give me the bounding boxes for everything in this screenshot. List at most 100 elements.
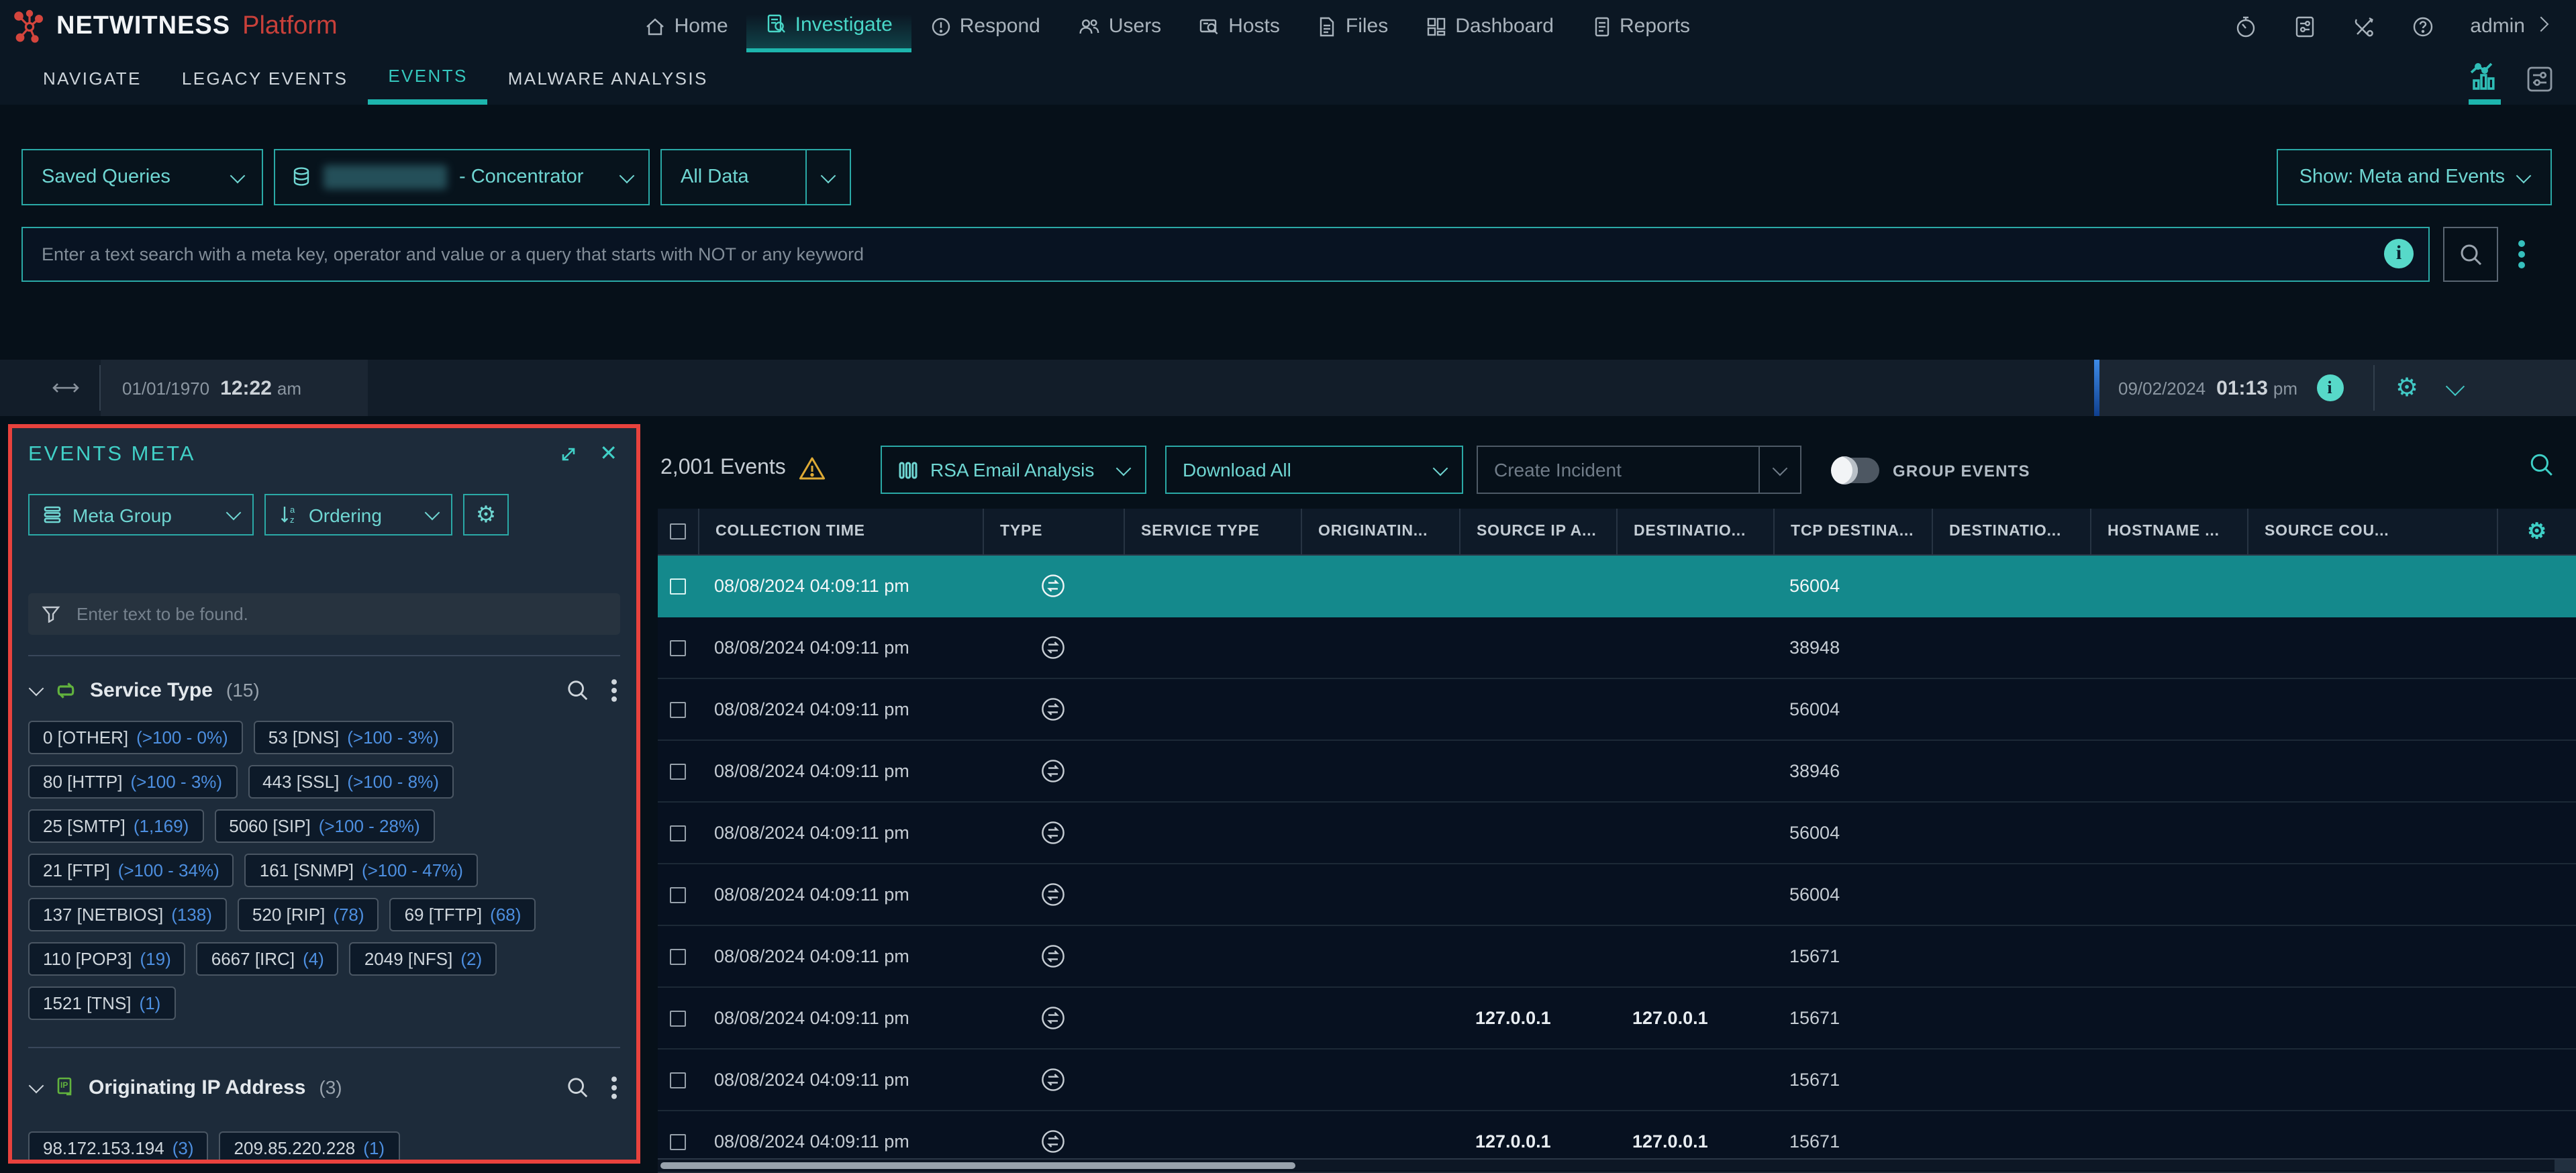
meta-chip[interactable]: 98.172.153.194(3) bbox=[28, 1131, 209, 1164]
close-panel-icon[interactable]: ✕ bbox=[599, 444, 617, 466]
query-search-input[interactable] bbox=[21, 227, 2430, 282]
table-row[interactable]: 08/08/2024 04:09:11 pm 38948 bbox=[658, 617, 2576, 679]
col-tcp-destination-port[interactable]: TCP DESTINA... bbox=[1773, 509, 1932, 554]
create-incident-dropdown[interactable]: Create Incident bbox=[1477, 446, 1801, 494]
nav-item-hosts[interactable]: Hosts bbox=[1180, 0, 1299, 52]
section-menu-kebab[interactable] bbox=[611, 1072, 617, 1101]
meta-chip[interactable]: 25 [SMTP](1,169) bbox=[28, 809, 203, 843]
meta-chip[interactable]: 161 [SNMP](>100 - 47%) bbox=[245, 854, 478, 887]
show-meta-events-dropdown[interactable]: Show: Meta and Events bbox=[2277, 149, 2552, 205]
timeline-collapse-chevron-icon[interactable] bbox=[2445, 376, 2464, 395]
tab-events[interactable]: EVENTS bbox=[368, 52, 487, 105]
ordering-dropdown[interactable]: az Ordering bbox=[264, 494, 452, 536]
expand-panel-icon[interactable] bbox=[560, 446, 577, 463]
row-checkbox[interactable] bbox=[670, 825, 686, 841]
meta-chip[interactable]: 21 [FTP](>100 - 34%) bbox=[28, 854, 234, 887]
table-row[interactable]: 08/08/2024 04:09:11 pm 56004 bbox=[658, 679, 2576, 741]
table-row[interactable]: 08/08/2024 04:09:11 pm 15671 bbox=[658, 926, 2576, 988]
row-checkbox[interactable] bbox=[670, 1010, 686, 1026]
meta-chip[interactable]: 1521 [TNS](1) bbox=[28, 986, 175, 1020]
analysis-profile-dropdown[interactable]: RSA Email Analysis bbox=[881, 446, 1146, 494]
saved-queries-dropdown[interactable]: Saved Queries bbox=[21, 149, 263, 205]
tab-navigate[interactable]: NAVIGATE bbox=[23, 52, 162, 105]
meta-chip[interactable]: 80 [HTTP](>100 - 3%) bbox=[28, 765, 237, 799]
preferences-icon[interactable] bbox=[2293, 14, 2317, 38]
row-checkbox[interactable] bbox=[670, 763, 686, 779]
col-source-ip[interactable]: SOURCE IP A... bbox=[1459, 509, 1616, 554]
warning-icon[interactable] bbox=[799, 456, 826, 480]
meta-chip[interactable]: 69 [TFTP](68) bbox=[390, 898, 536, 931]
table-settings-gear-icon[interactable]: ⚙ bbox=[2497, 509, 2576, 554]
query-menu-kebab[interactable] bbox=[2518, 236, 2525, 272]
col-source-country[interactable]: SOURCE COU... bbox=[2247, 509, 2497, 554]
row-checkbox[interactable] bbox=[670, 701, 686, 717]
nav-item-dashboard[interactable]: Dashboard bbox=[1407, 0, 1573, 52]
section-search-icon[interactable] bbox=[566, 1076, 589, 1099]
timeline-settings-gear-icon[interactable]: ⚙ bbox=[2395, 375, 2418, 401]
table-row[interactable]: 08/08/2024 04:09:11 pm 56004 bbox=[658, 864, 2576, 926]
select-all-checkbox-cell[interactable] bbox=[658, 509, 698, 554]
table-row[interactable]: 08/08/2024 04:09:11 pm 15671 bbox=[658, 1050, 2576, 1111]
row-checkbox[interactable] bbox=[670, 1072, 686, 1088]
collapse-chevron-icon[interactable] bbox=[29, 680, 44, 696]
timeline-info-icon[interactable]: i bbox=[2316, 374, 2343, 401]
table-row[interactable]: 08/08/2024 04:09:11 pm 56004 bbox=[658, 803, 2576, 864]
group-events-toggle[interactable] bbox=[1831, 458, 1879, 483]
time-range-dropdown[interactable]: All Data bbox=[660, 149, 851, 205]
help-icon[interactable] bbox=[2411, 14, 2435, 38]
nav-item-users[interactable]: Users bbox=[1059, 0, 1180, 52]
row-checkbox[interactable] bbox=[670, 886, 686, 903]
meta-chip[interactable]: 5060 [SIP](>100 - 28%) bbox=[214, 809, 434, 843]
time-range-chevron[interactable] bbox=[805, 150, 850, 204]
meta-chip[interactable]: 209.85.220.228(1) bbox=[219, 1131, 400, 1164]
tools-icon[interactable] bbox=[2352, 14, 2376, 38]
service-dropdown[interactable]: - Concentrator bbox=[274, 149, 650, 205]
column-settings-button[interactable] bbox=[2525, 52, 2555, 105]
meta-chip[interactable]: 137 [NETBIOS](138) bbox=[28, 898, 227, 931]
col-hostname[interactable]: HOSTNAME ... bbox=[2090, 509, 2247, 554]
timeline-selection-marker[interactable] bbox=[2094, 360, 2099, 416]
select-all-checkbox[interactable] bbox=[670, 523, 686, 540]
table-row[interactable]: 08/08/2024 04:09:11 pm 56004 bbox=[658, 556, 2576, 617]
meta-chip[interactable]: 0 [OTHER](>100 - 0%) bbox=[28, 721, 243, 754]
horizontal-scrollbar[interactable] bbox=[658, 1158, 2576, 1170]
col-collection-time[interactable]: COLLECTION TIME bbox=[698, 509, 983, 554]
col-type[interactable]: TYPE bbox=[983, 509, 1124, 554]
timeline-resize-handle[interactable] bbox=[51, 377, 81, 399]
col-originating-ip[interactable]: ORIGINATIN... bbox=[1301, 509, 1459, 554]
download-all-dropdown[interactable]: Download All bbox=[1165, 446, 1463, 494]
query-info-icon[interactable]: i bbox=[2384, 239, 2414, 268]
meta-chip[interactable]: 520 [RIP](78) bbox=[238, 898, 379, 931]
col-destination-ip[interactable]: DESTINATIO... bbox=[1616, 509, 1773, 554]
nav-item-home[interactable]: Home bbox=[626, 0, 747, 52]
meta-settings-gear-icon[interactable]: ⚙ bbox=[463, 494, 509, 536]
events-chart-toggle[interactable] bbox=[2469, 52, 2501, 105]
row-checkbox[interactable] bbox=[670, 948, 686, 964]
section-search-icon[interactable] bbox=[566, 678, 589, 701]
row-checkbox[interactable] bbox=[670, 640, 686, 656]
table-row[interactable]: 08/08/2024 04:09:11 pm 38946 bbox=[658, 741, 2576, 803]
row-checkbox[interactable] bbox=[670, 1133, 686, 1150]
meta-chip[interactable]: 2049 [NFS](2) bbox=[350, 942, 497, 976]
row-checkbox[interactable] bbox=[670, 578, 686, 594]
tab-legacy-events[interactable]: LEGACY EVENTS bbox=[162, 52, 368, 105]
scrollbar-thumb[interactable] bbox=[660, 1162, 1295, 1168]
timer-icon[interactable] bbox=[2234, 14, 2258, 38]
nav-item-respond[interactable]: Respond bbox=[911, 0, 1059, 52]
timeline-start[interactable]: 01/01/1970 12:22 am bbox=[101, 360, 368, 416]
section-menu-kebab[interactable] bbox=[611, 675, 617, 704]
search-button[interactable] bbox=[2443, 227, 2498, 282]
meta-chip[interactable]: 443 [SSL](>100 - 8%) bbox=[248, 765, 454, 799]
nav-item-reports[interactable]: Reports bbox=[1573, 0, 1709, 52]
col-service-type[interactable]: SERVICE TYPE bbox=[1124, 509, 1301, 554]
col-destination-2[interactable]: DESTINATIO... bbox=[1932, 509, 2090, 554]
table-row[interactable]: 08/08/2024 04:09:11 pm 127.0.0.1 127.0.0… bbox=[658, 988, 2576, 1050]
user-menu[interactable]: admin bbox=[2470, 15, 2546, 38]
nav-item-investigate[interactable]: Investigate bbox=[747, 0, 911, 52]
meta-group-dropdown[interactable]: Meta Group bbox=[28, 494, 254, 536]
collapse-chevron-icon[interactable] bbox=[29, 1078, 44, 1093]
nav-item-files[interactable]: Files bbox=[1299, 0, 1407, 52]
tab-malware-analysis[interactable]: MALWARE ANALYSIS bbox=[488, 52, 728, 105]
meta-chip[interactable]: 53 [DNS](>100 - 3%) bbox=[254, 721, 454, 754]
meta-chip[interactable]: 110 [POP3](19) bbox=[28, 942, 186, 976]
